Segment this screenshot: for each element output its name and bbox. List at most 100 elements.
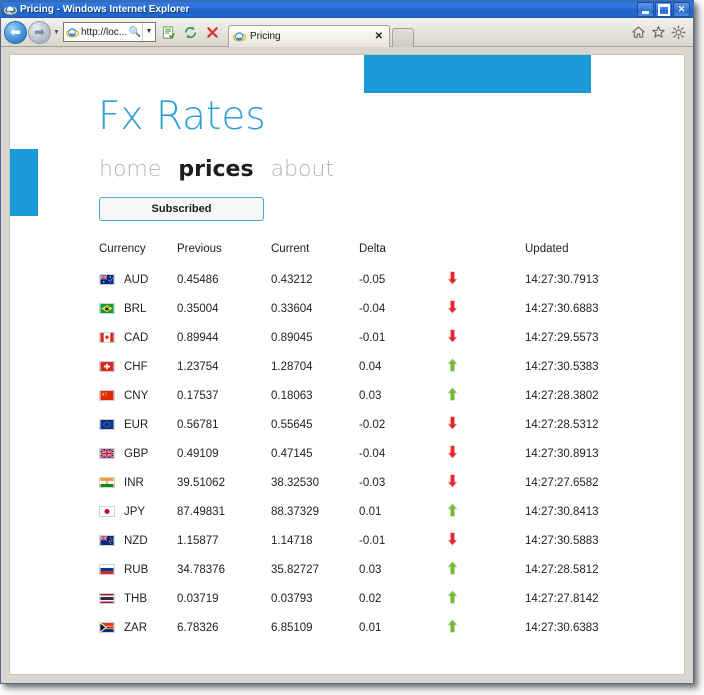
cell-delta: -0.04: [359, 302, 386, 315]
maximize-button[interactable]: [655, 2, 672, 17]
cell-currency: JPY: [99, 503, 177, 532]
currency-code: EUR: [124, 418, 149, 431]
tab-close-icon[interactable]: ✕: [373, 31, 385, 42]
cell-currency: EUR: [99, 416, 177, 445]
cell-previous: 6.78326: [177, 621, 219, 634]
currency-code: CAD: [124, 331, 149, 344]
cell-updated: 14:27:29.5573: [525, 331, 599, 344]
currency-code: THB: [124, 592, 147, 605]
back-button[interactable]: ⬅: [4, 20, 27, 44]
arrow-down-icon: [447, 271, 525, 300]
cell-current: 1.28704: [271, 360, 313, 373]
address-bar[interactable]: http://loc... 🔍 ▼: [63, 22, 156, 42]
address-input[interactable]: http://loc...: [81, 27, 128, 38]
flag-icon-cn: [99, 390, 115, 401]
table-row: NZD 1.15877 1.14718 -0.01 14:27:30.5883: [99, 532, 645, 561]
cell-currency: AUD: [99, 271, 177, 300]
currency-code: AUD: [124, 273, 149, 286]
cell-previous: 0.17537: [177, 389, 219, 402]
flag-icon-ca: [99, 332, 115, 343]
home-icon[interactable]: [631, 25, 646, 40]
currency-code: INR: [124, 476, 144, 489]
flag-icon-in: [99, 477, 115, 488]
table-row: ZAR 6.78326 6.85109 0.01 14:27:30.6383: [99, 619, 645, 648]
column-header-currency: Currency: [99, 243, 146, 255]
cell-previous: 0.35004: [177, 302, 219, 315]
page-viewport: Fx Rates home prices about Subscribed Cu…: [1, 47, 693, 683]
search-icon[interactable]: 🔍: [128, 27, 142, 38]
cell-currency: CNY: [99, 387, 177, 416]
internet-explorer-icon: [4, 3, 17, 16]
browser-toolbar: ⬅ ➡ ▼ http://loc... 🔍 ▼ Pricing ✕: [1, 18, 693, 47]
flag-icon-nz: [99, 535, 115, 546]
cell-currency: ZAR: [99, 619, 177, 648]
stop-button[interactable]: [202, 22, 222, 42]
table-row: GBP 0.49109 0.47145 -0.04 14:27:30.8913: [99, 445, 645, 474]
arrow-down-icon: [447, 445, 525, 474]
nav-item-about[interactable]: about: [271, 157, 334, 182]
currency-code: GBP: [124, 447, 149, 460]
arrow-down-icon: [447, 532, 525, 561]
cell-currency: RUB: [99, 561, 177, 590]
table-row: CAD 0.89944 0.89045 -0.01 14:27:29.5573: [99, 329, 645, 358]
close-button[interactable]: ✕: [673, 2, 690, 17]
currency-code: RUB: [124, 563, 149, 576]
cell-delta: 0.03: [359, 563, 382, 576]
cell-currency: INR: [99, 474, 177, 503]
cell-updated: 14:27:30.7913: [525, 273, 599, 286]
cell-delta: -0.04: [359, 447, 386, 460]
cell-currency: THB: [99, 590, 177, 619]
cell-updated: 14:27:27.8142: [525, 592, 599, 605]
cell-delta: -0.01: [359, 534, 386, 547]
cell-delta: -0.03: [359, 476, 386, 489]
arrow-up-icon: [447, 561, 525, 590]
tab-favicon-icon: [232, 30, 247, 43]
cell-currency: CHF: [99, 358, 177, 387]
favorites-star-icon[interactable]: [651, 25, 666, 40]
flag-icon-za: [99, 622, 115, 633]
gear-icon[interactable]: [671, 25, 686, 40]
minimize-button[interactable]: [637, 2, 654, 17]
title-bar: Pricing - Windows Internet Explorer ✕: [1, 1, 693, 18]
address-dropdown-icon[interactable]: ▼: [142, 23, 155, 41]
table-body: AUD 0.45486 0.43212 -0.05 14:27:30.7913 BRL 0.…: [99, 271, 645, 648]
table-row: INR 39.51062 38.32530 -0.03 14:27:27.6582: [99, 474, 645, 503]
cell-current: 0.03793: [271, 592, 313, 605]
cell-current: 35.82727: [271, 563, 319, 576]
nav-item-home[interactable]: home: [99, 157, 161, 182]
site-nav: home prices about: [99, 157, 334, 182]
cell-current: 0.47145: [271, 447, 313, 460]
currency-code: CHF: [124, 360, 148, 373]
column-header-current: Current: [271, 243, 310, 255]
arrow-down-icon: [447, 474, 525, 503]
tab-pricing[interactable]: Pricing ✕: [228, 24, 390, 47]
cell-updated: 14:27:30.5883: [525, 534, 599, 547]
arrow-up-icon: [447, 619, 525, 648]
compatibility-view-button[interactable]: [158, 22, 178, 42]
cell-updated: 14:27:30.8913: [525, 447, 599, 460]
column-header-direction: [447, 243, 525, 271]
cell-delta: -0.05: [359, 273, 386, 286]
cell-updated: 14:27:28.5312: [525, 418, 599, 431]
cell-updated: 14:27:28.3802: [525, 389, 599, 402]
address-favicon-icon: [65, 26, 80, 39]
cell-current: 0.18063: [271, 389, 313, 402]
window-title: Pricing - Windows Internet Explorer: [20, 4, 190, 15]
new-tab-button[interactable]: [392, 27, 414, 47]
cell-previous: 39.51062: [177, 476, 225, 489]
refresh-button[interactable]: [180, 22, 200, 42]
web-page: Fx Rates home prices about Subscribed Cu…: [9, 54, 685, 675]
forward-button[interactable]: ➡: [28, 20, 51, 44]
cell-currency: GBP: [99, 445, 177, 474]
tab-label: Pricing: [250, 30, 281, 42]
cell-delta: 0.03: [359, 389, 382, 402]
cell-current: 1.14718: [271, 534, 313, 547]
subscribe-button[interactable]: Subscribed: [99, 197, 264, 221]
nav-item-prices[interactable]: prices: [178, 157, 253, 182]
cell-previous: 87.49831: [177, 505, 225, 518]
cell-previous: 0.45486: [177, 273, 219, 286]
currency-code: NZD: [124, 534, 148, 547]
history-dropdown-icon[interactable]: ▼: [51, 22, 62, 42]
arrow-down-icon: [447, 300, 525, 329]
page-title: Fx Rates: [98, 94, 266, 139]
